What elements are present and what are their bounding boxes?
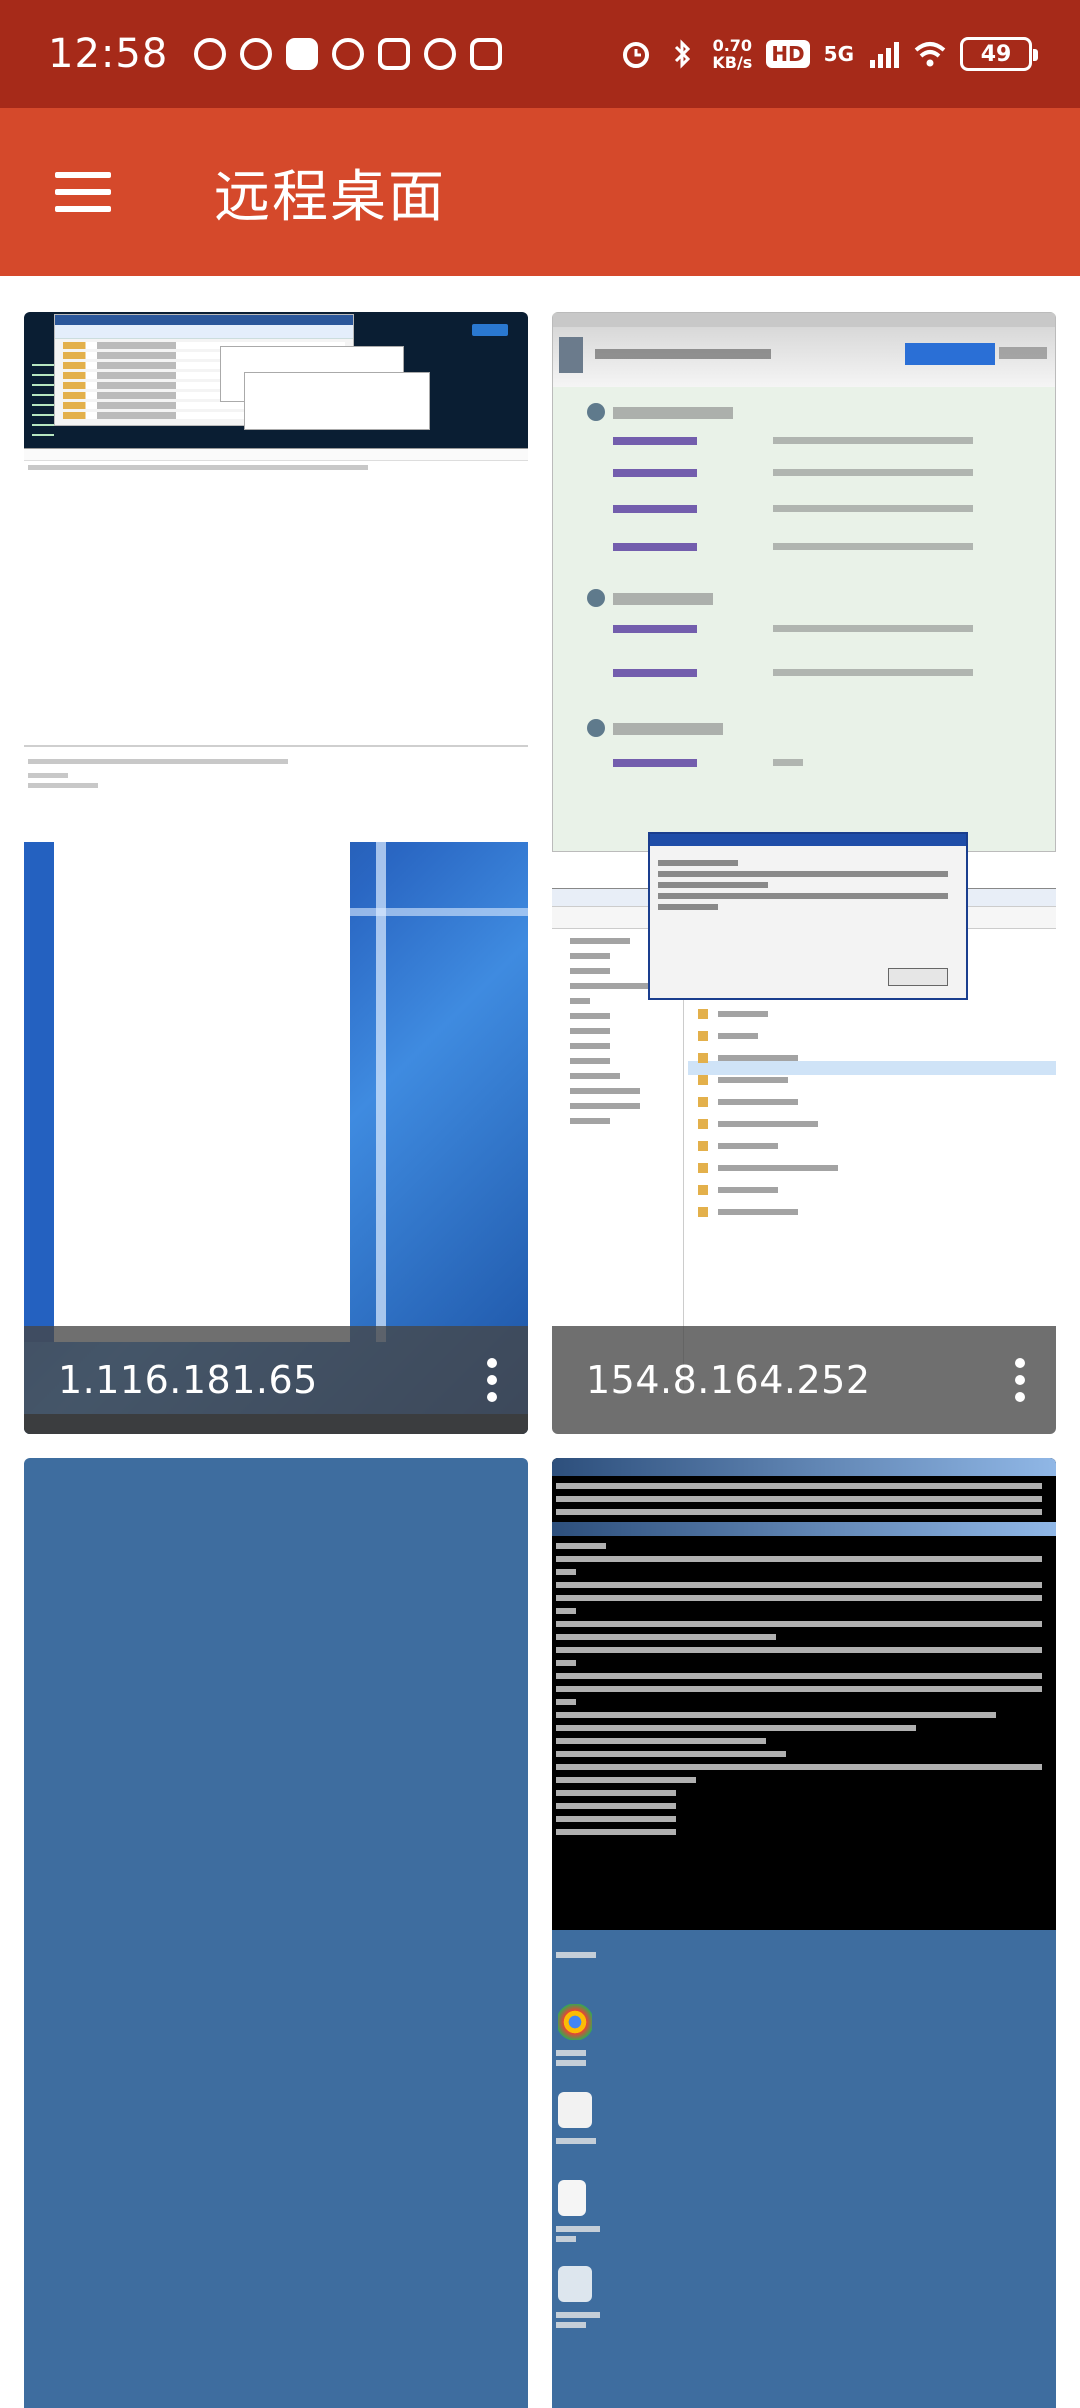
more-options-button[interactable]: [456, 1326, 528, 1434]
signal-icon: [870, 42, 899, 68]
notification-icons: [194, 38, 503, 70]
connection-card[interactable]: [552, 1458, 1056, 2408]
wifi-icon: [914, 42, 946, 67]
connection-card[interactable]: [24, 1458, 528, 2408]
document-icon: [558, 2180, 586, 2216]
more-vert-icon: [487, 1358, 497, 1368]
host-address: 1.116.181.65: [58, 1358, 318, 1402]
settings-app-icon: [558, 2266, 592, 2302]
hamburger-icon: [55, 172, 111, 178]
connection-card[interactable]: 154.8.164.252: [552, 312, 1056, 1434]
message-icon: [424, 38, 457, 70]
network-speed: 0.70 KB/s: [712, 36, 753, 72]
host-address: 154.8.164.252: [586, 1358, 871, 1402]
app-notification-icon: [332, 38, 365, 70]
battery-indicator: 49: [960, 37, 1038, 71]
app-bar: 远程桌面: [0, 108, 1080, 276]
alarm-icon: [623, 42, 650, 68]
status-time: 12:58: [48, 31, 169, 77]
bluetooth-icon: [675, 39, 691, 69]
mail-icon: [378, 38, 411, 70]
qq-icon: [286, 38, 319, 70]
card-footer: 1.116.181.65: [24, 1326, 528, 1434]
connection-grid: 1.116.181.65 154.8.164.252: [0, 276, 1080, 2408]
game-controller-icon: [470, 38, 503, 70]
more-options-button[interactable]: [984, 1326, 1056, 1434]
server-config-thumbnail: [552, 312, 1056, 852]
network-type: 5G: [823, 42, 854, 66]
hd-voice-badge: HD: [766, 40, 810, 68]
menu-button[interactable]: [28, 137, 138, 247]
crash-dialog-thumbnail: [648, 832, 968, 1000]
wechat-icon: [240, 38, 273, 70]
netease-music-icon: [194, 38, 227, 70]
notepad-thumbnail: [24, 448, 528, 842]
terminal-thumbnail: [552, 1458, 1056, 1930]
baidu-netdisk-icon: [558, 2092, 592, 2128]
desktop-thumbnail: [24, 312, 528, 448]
status-bar: 12:58 0.70 KB/s HD 5G 49: [0, 0, 1080, 108]
connection-card[interactable]: 1.116.181.65: [24, 312, 528, 1434]
card-footer: 154.8.164.252: [552, 1326, 1056, 1434]
page-title: 远程桌面: [214, 164, 446, 230]
more-vert-icon: [1015, 1358, 1025, 1368]
chrome-icon: [558, 2004, 592, 2040]
